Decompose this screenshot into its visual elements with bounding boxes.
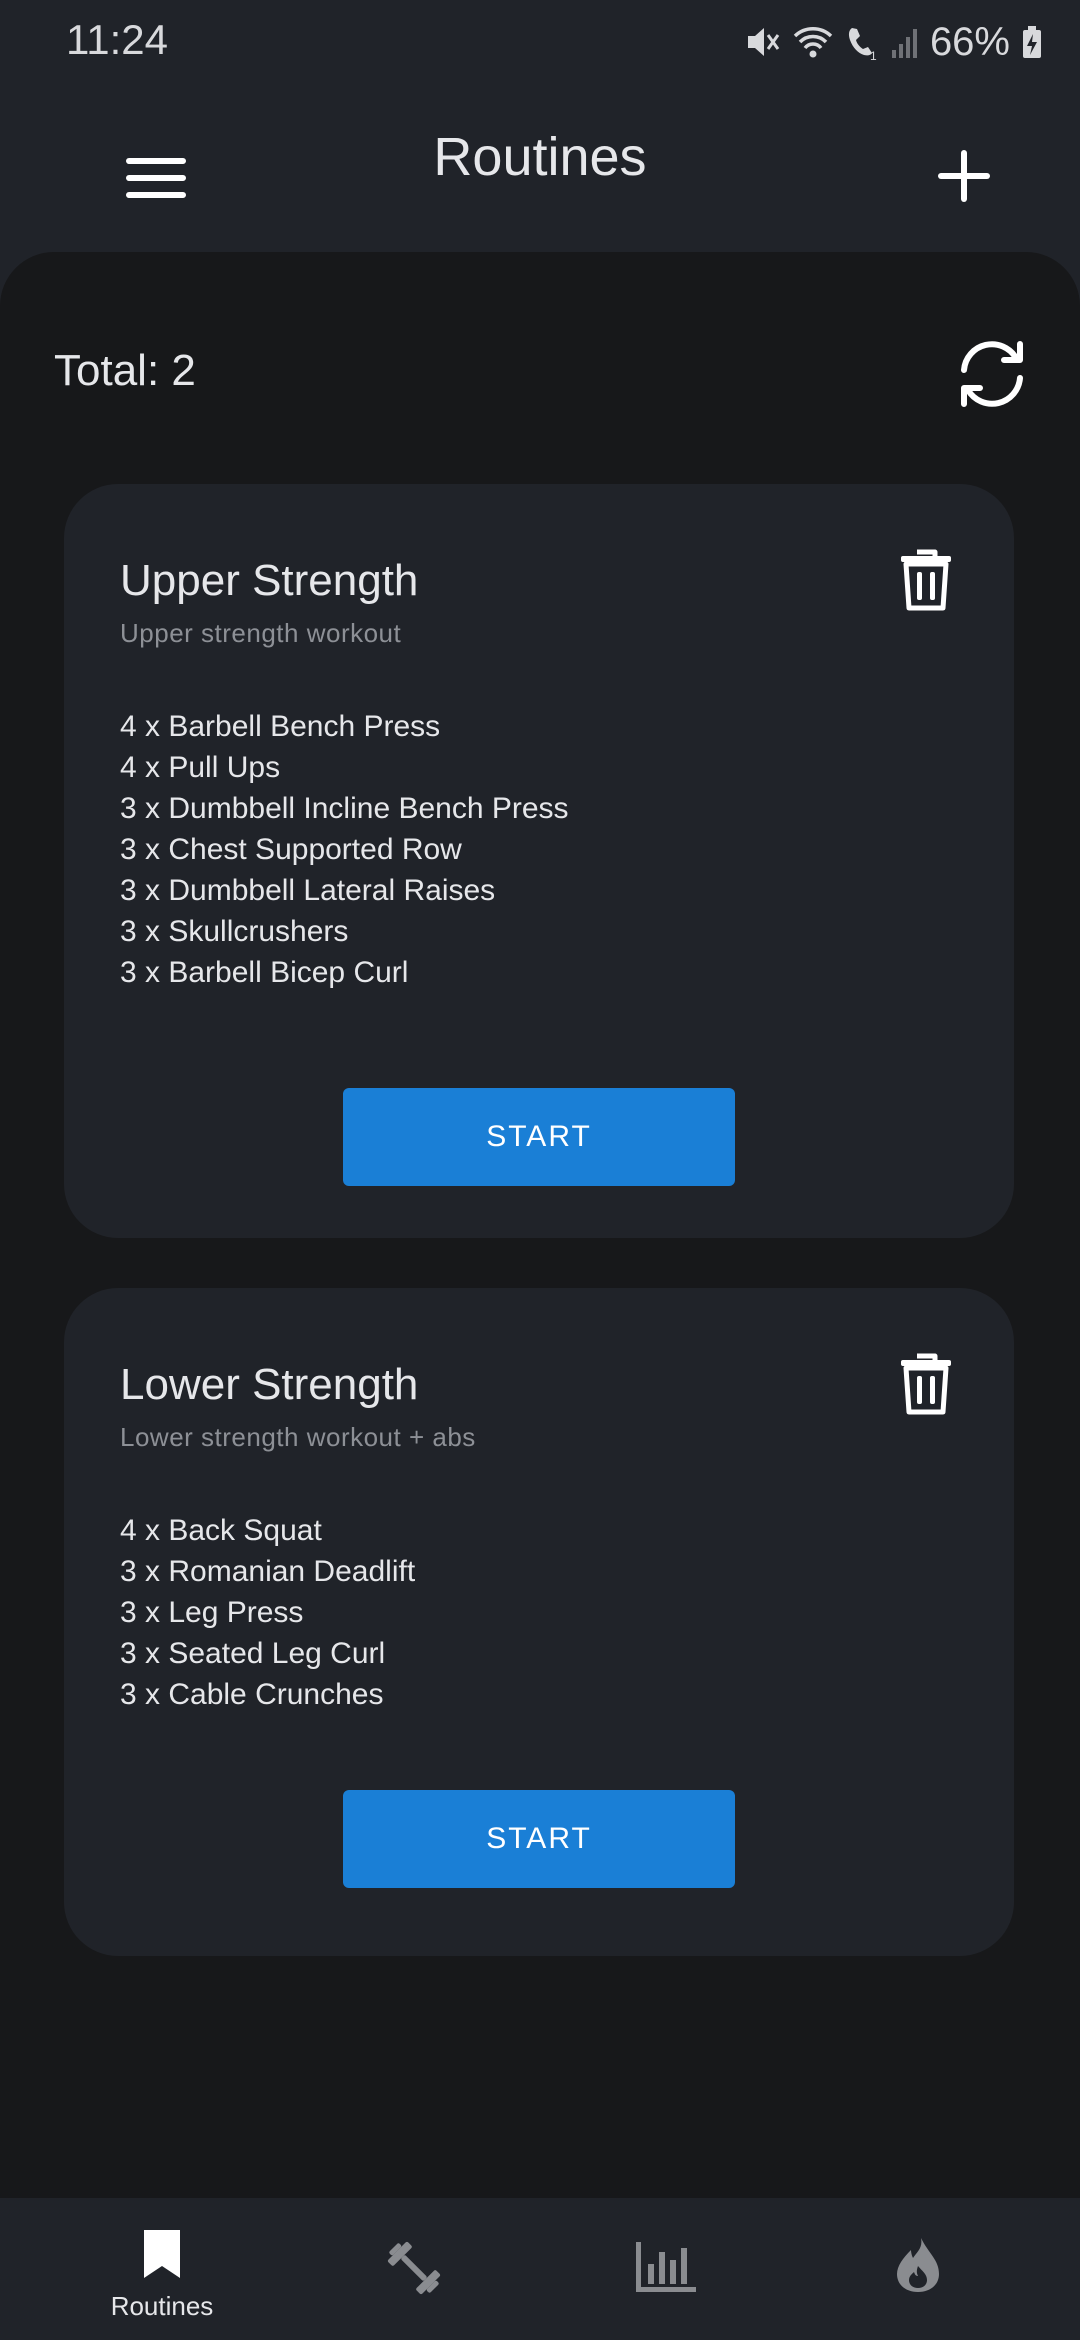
refresh-icon[interactable] (950, 332, 1034, 416)
nav-label: Routines (110, 2291, 214, 2321)
app-bar: Routines (0, 84, 1080, 256)
trash-icon[interactable] (898, 546, 954, 612)
wifi-calling-icon: 1 (844, 22, 880, 62)
routine-subtitle: Lower strength workout + abs (120, 1422, 476, 1452)
bottom-nav: Routines (0, 2198, 1080, 2340)
dumbbell-icon (384, 2226, 444, 2303)
routine-card[interactable]: Lower Strength Lower strength workout + … (64, 1288, 1014, 1956)
exercise-item: 3 x Chest Supported Row (120, 833, 462, 866)
exercise-list: 4 x Back Squat 3 x Romanian Deadlift 3 x… (120, 1510, 415, 1715)
trash-icon[interactable] (898, 1350, 954, 1416)
nav-item-streak[interactable] (818, 2198, 1018, 2340)
bookmark-icon (140, 2226, 184, 2285)
exercise-item: 3 x Skullcrushers (120, 915, 349, 948)
routine-card[interactable]: Upper Strength Upper strength workout 4 … (64, 484, 1014, 1238)
battery-percent: 66% (929, 19, 1010, 64)
nav-item-stats[interactable] (566, 2198, 766, 2340)
bar-chart-icon (634, 2226, 698, 2299)
routines-content[interactable]: Total: 2 Upper Strength Upper strength w… (0, 252, 1080, 2198)
exercise-item: 4 x Back Squat (120, 1514, 322, 1547)
exercise-item: 4 x Pull Ups (120, 751, 281, 784)
exercise-item: 3 x Dumbbell Incline Bench Press (120, 792, 569, 825)
exercise-item: 3 x Leg Press (120, 1596, 304, 1629)
signal-icon (890, 22, 920, 62)
status-bar: 11:24 1 66% (0, 0, 1080, 84)
plus-icon[interactable] (922, 134, 1006, 218)
exercise-item: 3 x Romanian Deadlift (120, 1555, 416, 1588)
battery-charging-icon (1020, 22, 1044, 62)
status-icons: 1 66% (742, 14, 1044, 70)
exercise-item: 3 x Cable Crunches (120, 1678, 384, 1711)
nav-item-exercises[interactable] (314, 2198, 514, 2340)
flame-icon (893, 2226, 943, 2299)
wifi-icon (792, 22, 834, 62)
page-title: Routines (433, 127, 647, 187)
exercise-item: 3 x Dumbbell Lateral Raises (120, 874, 496, 907)
svg-text:1: 1 (870, 49, 877, 62)
status-time: 11:24 (66, 16, 168, 63)
exercise-item: 3 x Barbell Bicep Curl (120, 956, 409, 989)
nav-item-routines[interactable]: Routines (62, 2198, 262, 2340)
routine-title: Lower Strength (120, 1360, 419, 1409)
exercise-item: 3 x Seated Leg Curl (120, 1637, 386, 1670)
exercise-list: 4 x Barbell Bench Press 4 x Pull Ups 3 x… (120, 706, 569, 993)
routine-title: Upper Strength (120, 556, 419, 605)
routine-subtitle: Upper strength workout (120, 618, 402, 648)
start-button[interactable]: START (343, 1088, 735, 1186)
mute-icon (742, 22, 782, 62)
exercise-item: 4 x Barbell Bench Press (120, 710, 441, 743)
total-count: Total: 2 (54, 346, 196, 395)
start-button[interactable]: START (343, 1790, 735, 1888)
